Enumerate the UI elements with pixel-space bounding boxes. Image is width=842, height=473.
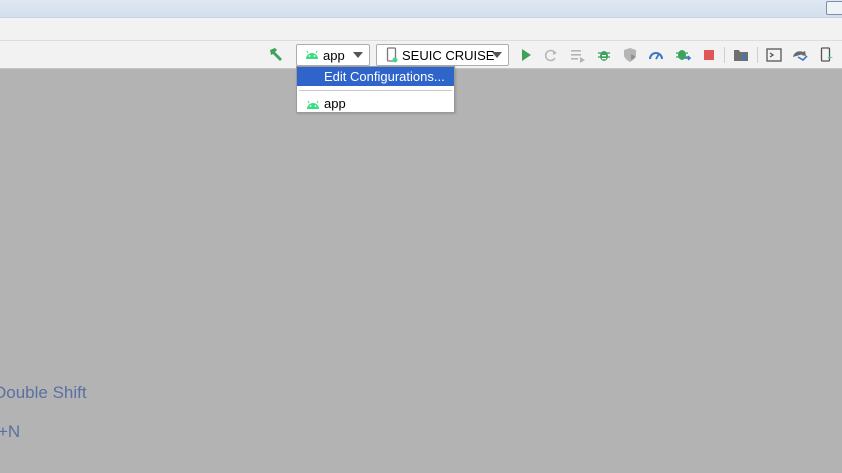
attach-debugger-icon[interactable] (674, 46, 692, 64)
app-config-label: app (324, 96, 346, 111)
device-manager-icon[interactable] (818, 46, 836, 64)
new-file-shortcut-hint: +N (0, 422, 21, 441)
menu-divider (299, 90, 452, 91)
profile-icon[interactable] (647, 46, 665, 64)
run-configuration-select[interactable]: app (296, 44, 370, 66)
run-configuration-dropdown: Edit Configurations... app (296, 66, 455, 113)
sync-icon[interactable] (791, 46, 809, 64)
toolbar-separator (724, 47, 725, 63)
debug-icon[interactable] (595, 46, 613, 64)
menu-area (0, 18, 842, 40)
app-config-menu-item[interactable]: app (297, 94, 454, 113)
search-everywhere-hint: Double Shift (0, 383, 87, 402)
hammer-icon[interactable] (267, 46, 285, 64)
window-titlebar (0, 0, 842, 18)
android-icon (305, 50, 319, 60)
run-icon[interactable] (517, 46, 535, 64)
chevron-down-icon (353, 52, 363, 58)
device-icon (386, 47, 398, 63)
run-configuration-label: app (323, 47, 345, 63)
rerun-icon[interactable] (542, 46, 560, 64)
project-structure-icon[interactable] (732, 46, 750, 64)
sdk-manager-icon[interactable] (765, 46, 783, 64)
edit-configurations-menu-item[interactable]: Edit Configurations... (297, 67, 454, 86)
device-select[interactable]: SEUIC CRUISE (376, 44, 509, 66)
main-toolbar: app SEUIC CRUISE (0, 40, 842, 69)
coverage-icon[interactable] (621, 46, 639, 64)
toolbar-separator (757, 47, 758, 63)
android-icon (306, 96, 320, 115)
window-control-button[interactable] (826, 1, 842, 15)
chevron-down-icon (492, 52, 502, 58)
apply-changes-icon[interactable] (569, 46, 587, 64)
stop-icon[interactable] (700, 46, 718, 64)
device-label: SEUIC CRUISE (402, 47, 495, 63)
